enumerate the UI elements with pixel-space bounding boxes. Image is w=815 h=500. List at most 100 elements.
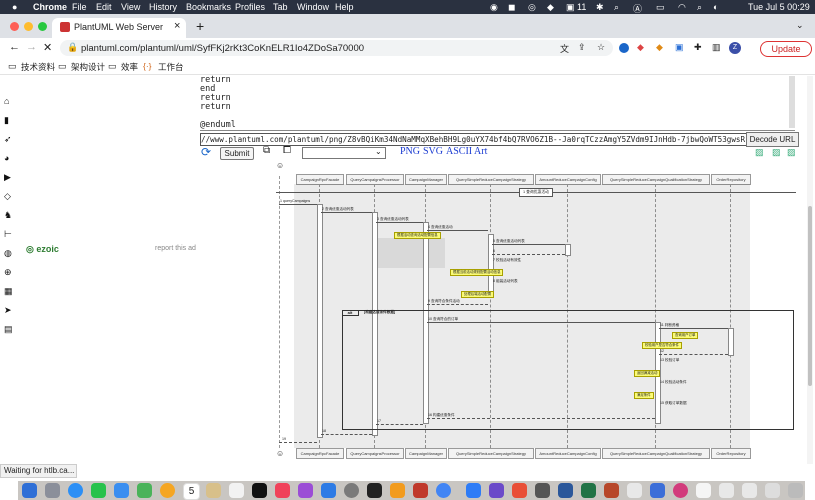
rocket-icon[interactable]: ➶ (4, 134, 14, 144)
excel-icon[interactable] (581, 483, 596, 498)
extensions-puzzle-icon[interactable]: ✚ (694, 42, 702, 53)
clock[interactable]: Tue Jul 5 00:29 (748, 2, 810, 12)
battery-icon[interactable]: ▭ (656, 2, 665, 13)
chrome-icon[interactable] (436, 483, 451, 498)
finder-icon[interactable] (22, 483, 37, 498)
app-icon-6[interactable] (696, 483, 711, 498)
editor-scrollbar[interactable] (789, 76, 795, 128)
app-icon-5[interactable] (673, 483, 688, 498)
book-icon[interactable]: ▤ (4, 324, 14, 334)
bluetooth-icon[interactable]: ✱ (596, 2, 604, 13)
photos-icon[interactable] (160, 483, 175, 498)
page-scrollbar-thumb[interactable] (808, 206, 812, 386)
refresh-icon[interactable]: ⟳ (201, 145, 211, 159)
search-icon[interactable]: ⌕ (614, 2, 619, 13)
image-icon-2[interactable]: ▨ (772, 147, 781, 158)
sublime-icon[interactable] (390, 483, 405, 498)
globe-icon[interactable]: ⊕ (4, 267, 14, 277)
share-icon[interactable]: ⇪ (578, 42, 586, 53)
apple-icon[interactable]: ● (12, 2, 17, 12)
menu-profiles[interactable]: Profiles (235, 2, 265, 12)
close-window-icon[interactable] (10, 22, 19, 31)
launchpad-icon[interactable] (45, 483, 60, 498)
tab-plantuml[interactable]: PlantUML Web Server × (52, 18, 186, 38)
horse-icon[interactable]: ♞ (4, 210, 14, 220)
split-view-icon[interactable]: ⧉ (263, 145, 270, 156)
tree-icon[interactable]: ⊢ (4, 229, 14, 239)
tab-search-icon[interactable]: ⌄ (796, 20, 804, 31)
notification-icon[interactable]: ▣ (566, 2, 575, 13)
tag-icon[interactable]: ◇ (4, 191, 14, 201)
menu-view[interactable]: View (121, 2, 140, 12)
png-link[interactable]: PNG (400, 146, 420, 157)
terminal-icon[interactable] (367, 483, 382, 498)
bookmark-workbench[interactable]: 工作台 (158, 61, 184, 73)
extension-icon-4[interactable]: ▣ (675, 42, 684, 53)
bookmark-arch[interactable]: 架构设计 (71, 61, 105, 73)
address-bar[interactable]: 🔒 plantuml.com/plantuml/uml/SyfFKj2rKt3C… (60, 40, 613, 56)
document-icon[interactable]: ▮ (4, 115, 14, 125)
intellij-icon[interactable] (512, 483, 527, 498)
minimize-window-icon[interactable] (24, 22, 33, 31)
side-panel-icon[interactable]: ▥ (712, 42, 721, 53)
palette-icon[interactable]: ◍ (4, 248, 14, 258)
source-editor[interactable]: return end return return @enduml (200, 76, 792, 130)
extension-icon-2[interactable]: ◆ (637, 42, 644, 53)
mail-icon[interactable] (114, 483, 129, 498)
image-icon-3[interactable]: ▨ (787, 147, 796, 158)
contacts-icon[interactable] (206, 483, 221, 498)
status-icon-1[interactable]: ◉ (490, 2, 498, 13)
status-icon-2[interactable]: ◼ (508, 2, 515, 13)
decode-url-button[interactable]: Decode URL (746, 132, 799, 147)
close-tab-icon[interactable]: × (174, 20, 180, 32)
podcasts-icon[interactable] (298, 483, 313, 498)
page-scrollbar[interactable] (807, 76, 813, 464)
menu-tab[interactable]: Tab (273, 2, 288, 12)
app-store-icon[interactable] (321, 483, 336, 498)
music-icon[interactable] (275, 483, 290, 498)
profile-avatar[interactable]: Z (729, 42, 741, 54)
app-icon-1[interactable] (489, 483, 504, 498)
safari-icon[interactable] (68, 483, 83, 498)
database-icon[interactable] (413, 483, 428, 498)
menu-history[interactable]: History (149, 2, 177, 12)
menu-file[interactable]: File (72, 2, 87, 12)
settings-icon[interactable] (344, 483, 359, 498)
bookmark-star-icon[interactable]: ☆ (597, 42, 605, 53)
menu-window[interactable]: Window (297, 2, 329, 12)
close-load-icon[interactable]: ✕ (43, 41, 52, 54)
extension-icon-3[interactable]: ◆ (656, 42, 663, 53)
play-icon[interactable]: ▶ (4, 172, 14, 182)
new-tab-icon[interactable]: + (196, 18, 204, 34)
status-icon-4[interactable]: ◆ (547, 2, 554, 13)
extension-icon-1[interactable] (619, 43, 629, 53)
copy-icon[interactable]: ⧠ (283, 145, 291, 156)
tv-icon[interactable] (252, 483, 267, 498)
translate-icon[interactable]: 文 (560, 42, 569, 55)
powerpoint-icon[interactable] (604, 483, 619, 498)
home-icon[interactable]: ⌂ (4, 96, 14, 106)
report-ad-link[interactable]: report this ad (155, 245, 196, 252)
xcode-icon[interactable] (466, 483, 481, 498)
trash-icon[interactable] (788, 483, 803, 498)
menu-help[interactable]: Help (335, 2, 354, 12)
update-button[interactable]: Update (760, 41, 812, 57)
wifi-icon[interactable]: ◠ (678, 2, 686, 13)
word-icon[interactable] (558, 483, 573, 498)
svg-link[interactable]: SVG (423, 146, 443, 157)
brain-icon[interactable]: ◕ (4, 153, 14, 163)
signpost-icon[interactable]: ➤ (4, 305, 14, 315)
menu-bookmarks[interactable]: Bookmarks (186, 2, 231, 12)
lock-icon[interactable]: 🔒 (67, 42, 78, 53)
ascii-art-link[interactable]: ASCII Art (446, 146, 487, 157)
control-center-icon[interactable]: ◐ (713, 2, 718, 12)
image-icon-1[interactable]: ▨ (755, 147, 764, 158)
bookmark-efficiency[interactable]: 效率 (121, 61, 138, 73)
app-icon-4[interactable] (650, 483, 665, 498)
menu-chrome[interactable]: Chrome (33, 2, 67, 12)
example-select[interactable]: ⌄ (302, 147, 386, 159)
bookmark-tech[interactable]: 技术资料 (21, 61, 55, 73)
app-icon-3[interactable] (627, 483, 642, 498)
downloads-icon[interactable] (765, 483, 780, 498)
spotlight-icon[interactable]: ⌕ (697, 2, 702, 13)
